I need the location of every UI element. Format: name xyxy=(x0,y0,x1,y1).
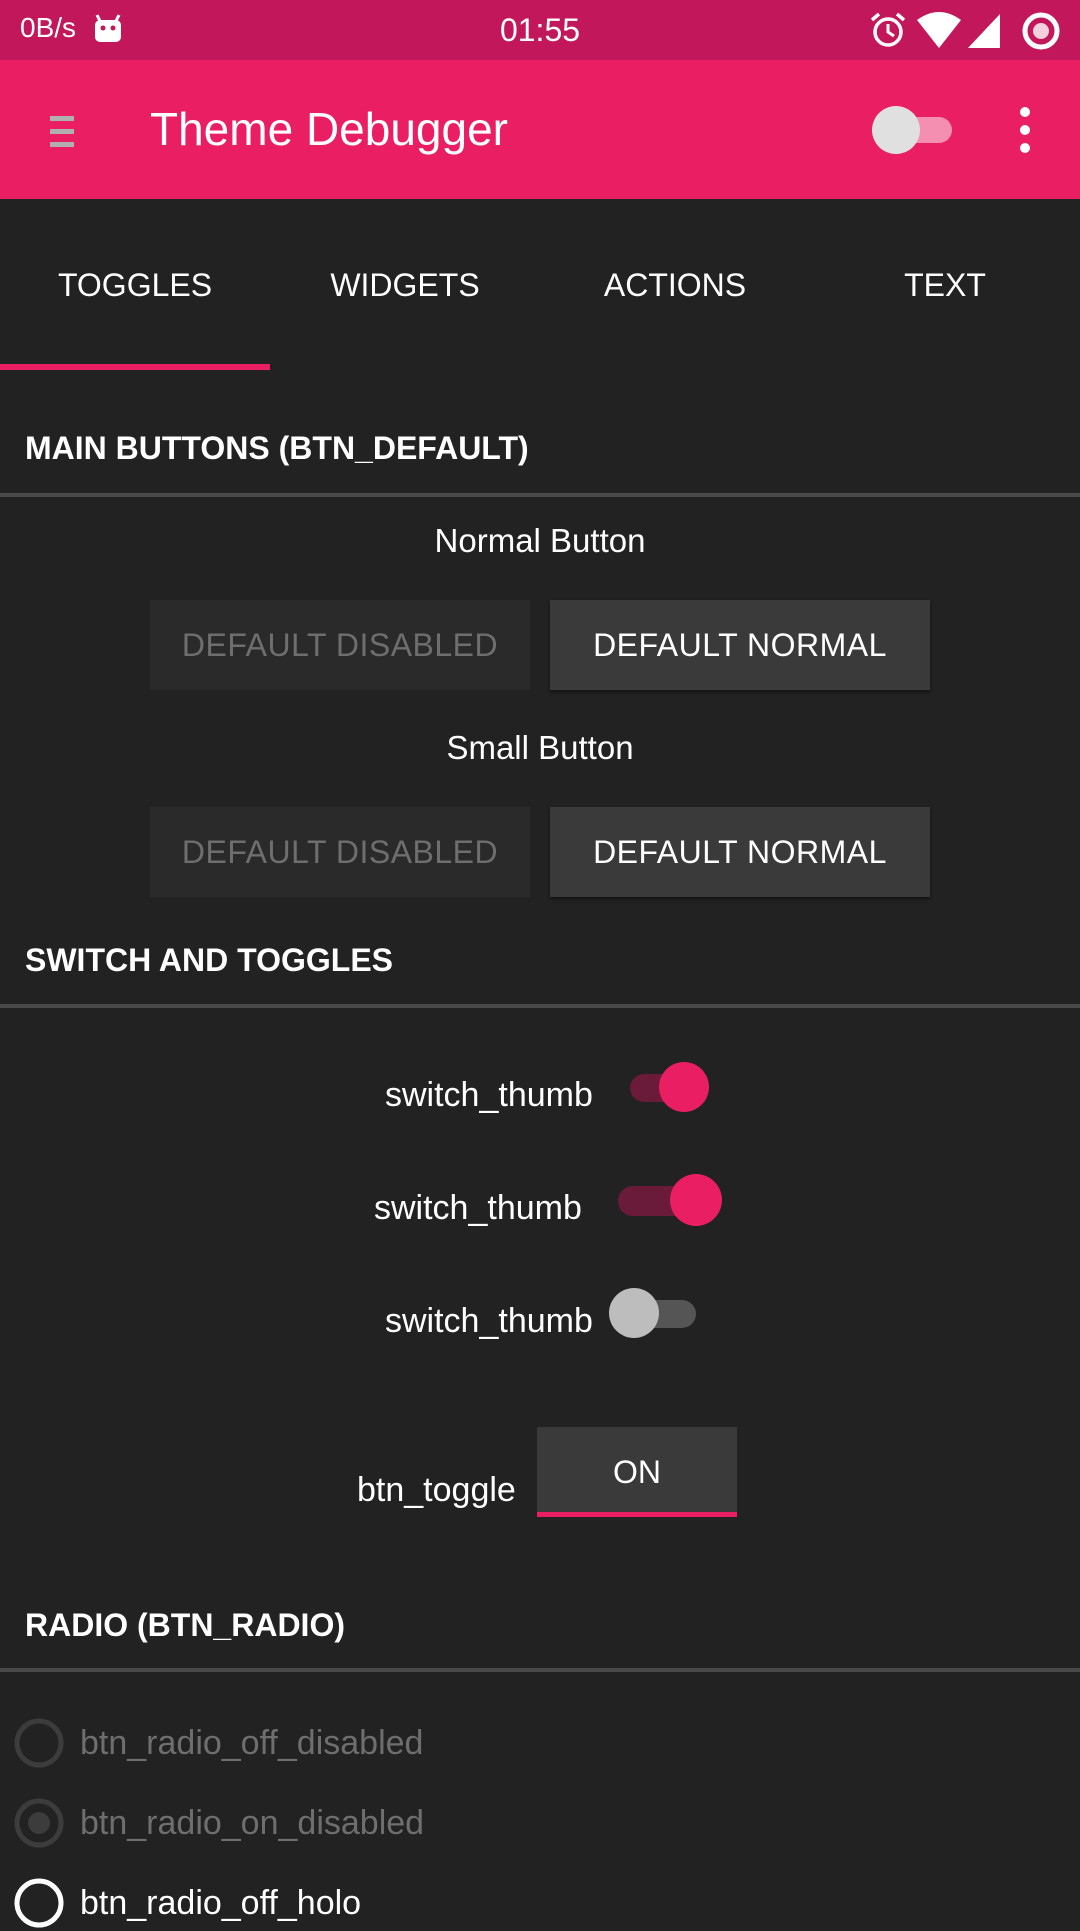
app-title: Theme Debugger xyxy=(150,103,508,155)
divider xyxy=(0,493,1080,497)
radio-label: btn_radio_off_disabled xyxy=(80,1723,424,1762)
default-normal-button[interactable]: DEFAULT NORMAL xyxy=(550,600,930,690)
switch-label: switch_thumb xyxy=(374,1189,582,1227)
radio-off-disabled: btn_radio_off_disabled xyxy=(12,1715,423,1771)
small-button-caption: Small Button xyxy=(446,729,634,766)
overflow-menu-icon[interactable] xyxy=(1010,105,1040,155)
status-bar: 0B/s 01:55 xyxy=(0,0,1080,60)
tab-label: ACTIONS xyxy=(603,266,747,303)
divider xyxy=(0,1004,1080,1008)
tab-indicator xyxy=(0,364,270,370)
menu-icon[interactable] xyxy=(42,112,82,152)
radio-off-holo[interactable]: btn_radio_off_holo xyxy=(12,1875,361,1931)
section-title-switches: SWITCH AND TOGGLES xyxy=(25,942,393,978)
small-default-normal-button[interactable]: DEFAULT NORMAL xyxy=(550,807,930,897)
tab-bar: TOGGLES WIDGETS ACTIONS TEXT xyxy=(0,200,1080,370)
toggle-indicator xyxy=(537,1512,737,1517)
switch-thumb-on[interactable] xyxy=(612,1170,722,1230)
tab-label: TEXT xyxy=(904,266,986,303)
tab-widgets[interactable]: WIDGETS xyxy=(270,200,540,370)
switch-thumb-on[interactable] xyxy=(620,1057,730,1117)
theme-toggle-switch[interactable] xyxy=(870,102,956,158)
toggle-label: btn_toggle xyxy=(357,1471,516,1509)
section-title-radio: RADIO (BTN_RADIO) xyxy=(25,1607,345,1643)
switch-thumb-off[interactable] xyxy=(606,1283,716,1343)
tab-toggles[interactable]: TOGGLES xyxy=(0,200,270,370)
switch-label: switch_thumb xyxy=(385,1302,593,1340)
toggle-value: ON xyxy=(613,1453,661,1490)
normal-button-caption: Normal Button xyxy=(434,522,646,559)
alarm-icon xyxy=(870,12,906,47)
divider xyxy=(0,1668,1080,1672)
radio-label: btn_radio_on_disabled xyxy=(80,1803,425,1842)
radio-label: btn_radio_off_holo xyxy=(80,1883,362,1922)
radio-off-icon xyxy=(14,1718,64,1768)
btn-toggle[interactable]: ON xyxy=(537,1427,737,1517)
tab-actions[interactable]: ACTIONS xyxy=(540,200,810,370)
tab-label: WIDGETS xyxy=(330,266,480,303)
wifi-icon xyxy=(917,12,961,48)
app-bar: Theme Debugger xyxy=(0,60,1080,199)
default-disabled-button: DEFAULT DISABLED xyxy=(150,600,530,690)
tab-label: TOGGLES xyxy=(57,266,213,303)
signal-icon xyxy=(968,14,1000,48)
small-default-disabled-button: DEFAULT DISABLED xyxy=(150,807,530,897)
radio-on-disabled: btn_radio_on_disabled xyxy=(12,1795,424,1851)
tab-text[interactable]: TEXT xyxy=(810,200,1080,370)
switch-label: switch_thumb xyxy=(385,1076,593,1114)
radio-on-icon xyxy=(14,1798,64,1848)
sync-icon xyxy=(1022,12,1060,50)
radio-off-icon xyxy=(14,1878,64,1928)
section-title-main-buttons: MAIN BUTTONS (BTN_DEFAULT) xyxy=(25,430,529,466)
